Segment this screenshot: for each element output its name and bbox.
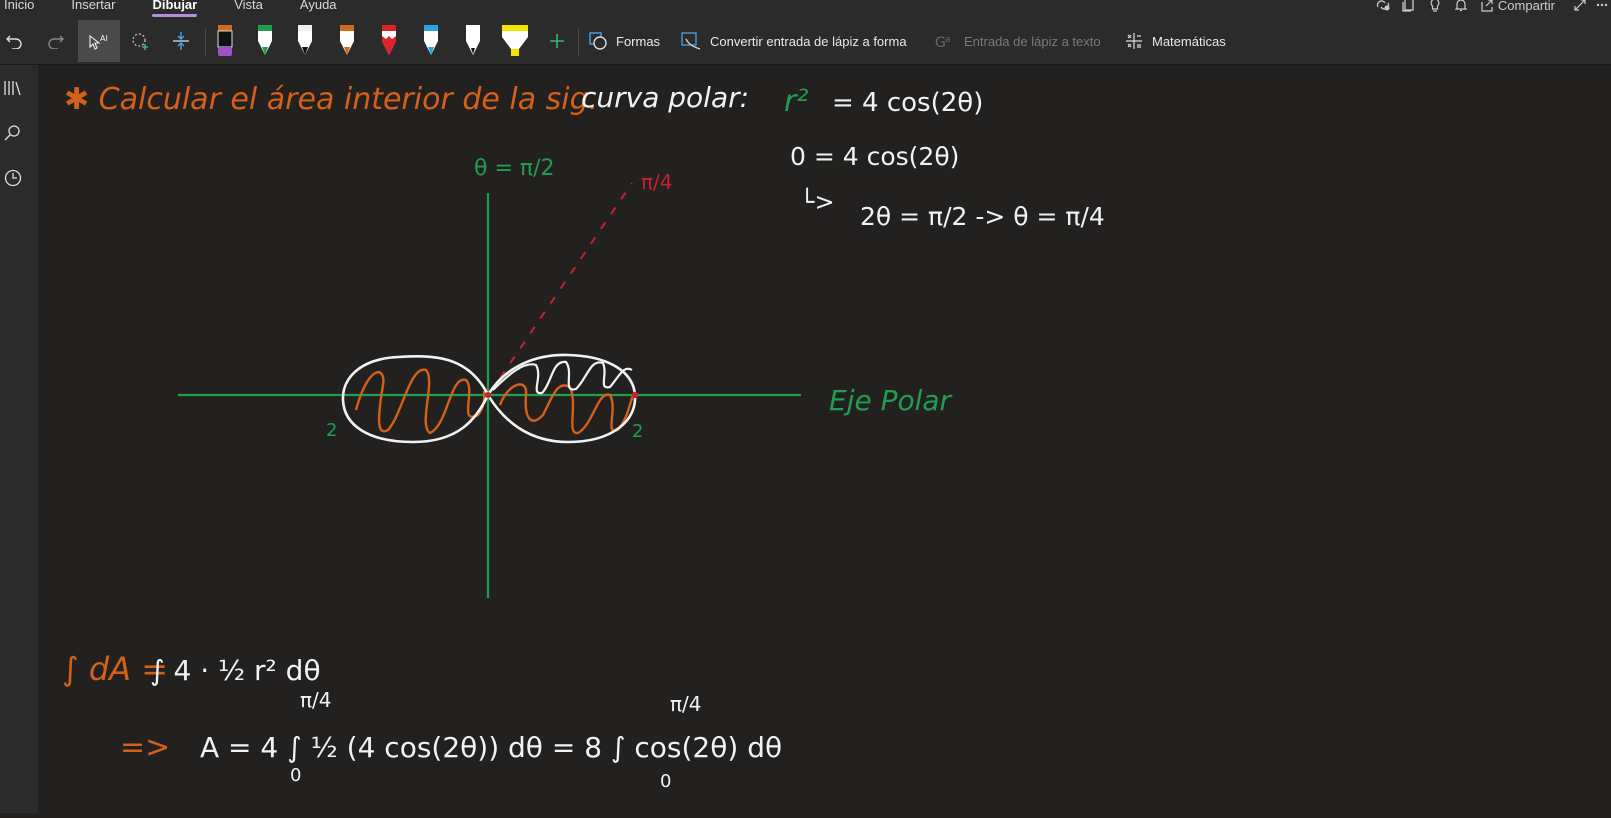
upper-limit-two: π/4	[670, 692, 702, 716]
notebooks-button[interactable]	[0, 75, 26, 101]
step-one: 0 = 4 cos(2θ)	[790, 142, 959, 171]
tab-dibujar[interactable]: Dibujar	[148, 0, 197, 17]
redo-icon	[48, 35, 64, 49]
bell-icon[interactable]	[1448, 0, 1474, 14]
share-label: Compartir	[1497, 0, 1555, 13]
origin-point	[485, 392, 491, 398]
right-lobe-orange-hatching	[498, 383, 635, 435]
lasso-select-button[interactable]	[124, 20, 158, 62]
toolbar-divider	[205, 28, 206, 56]
redo-button[interactable]	[42, 20, 70, 62]
right-radius-label: 2	[632, 421, 643, 442]
add-pen-button[interactable]	[544, 20, 570, 62]
math-icon	[1126, 33, 1142, 49]
undo-icon	[6, 35, 22, 49]
shapes-button[interactable]: Formas	[588, 20, 668, 62]
draw-toolbar: AI Formas Convertir entrada de lápiz a f…	[0, 20, 1611, 62]
implies-arrow: =>	[120, 730, 170, 765]
shapes-icon	[589, 32, 607, 50]
equation-rhs: = 4 cos(2θ)	[832, 88, 983, 118]
pen-purple-button[interactable]	[212, 20, 238, 62]
left-lobe-outline	[341, 355, 490, 444]
sync-icon[interactable]	[1370, 0, 1396, 14]
pen-green-button[interactable]	[252, 20, 278, 62]
pen-white-thin-button[interactable]	[460, 20, 486, 62]
ribbon-tabs: Inicio Insertar Dibujar Vista Ayuda	[0, 0, 370, 17]
navigation-rail	[0, 65, 38, 813]
pen-icon	[217, 25, 233, 56]
left-lobe-hatching	[354, 368, 486, 435]
ink-to-text-icon: Ga	[935, 35, 951, 51]
share-icon	[1481, 0, 1493, 12]
library-icon	[4, 81, 21, 96]
theta-pi-over-2-label: θ = π/2	[474, 156, 555, 181]
pen-icon	[466, 25, 480, 55]
pages-icon[interactable]	[1396, 0, 1422, 14]
search-icon	[4, 125, 20, 141]
undo-button[interactable]	[0, 20, 28, 62]
ink-to-text-button[interactable]: Ga Entrada de lápiz a texto	[934, 20, 1112, 62]
ink-to-shape-icon	[681, 32, 701, 50]
add-space-button[interactable]	[164, 20, 198, 62]
pi-over-4-label: π/4	[641, 170, 673, 194]
search-button[interactable]	[0, 120, 26, 146]
math-label: Matemáticas	[1152, 33, 1226, 49]
recent-button[interactable]	[0, 165, 26, 191]
type-cursor-icon: AI	[89, 34, 108, 50]
lower-limit-two: 0	[660, 771, 671, 792]
tab-ayuda[interactable]: Ayuda	[296, 0, 337, 14]
shapes-label: Formas	[616, 33, 661, 49]
equation-r-squared: r²	[784, 84, 808, 119]
integral-line-two: A = 4 ∫ ½ (4 cos(2θ)) dθ = 8 ∫ cos(2θ) d…	[200, 731, 782, 764]
clock-icon	[4, 169, 22, 187]
more-options-icon[interactable]	[1593, 0, 1611, 14]
ink-to-shape-button[interactable]: Convertir entrada de lápiz a forma	[680, 20, 920, 62]
lightbulb-icon[interactable]	[1422, 0, 1448, 14]
pen-icon	[258, 25, 272, 55]
left-radius-label: 2	[326, 420, 337, 441]
lasso-icon	[132, 33, 148, 50]
ink-to-shape-label: Convertir entrada de lápiz a forma	[710, 33, 907, 49]
lower-limit-one: 0	[290, 765, 301, 786]
pen-icon	[298, 25, 312, 55]
page-canvas[interactable]: ✱ Calcular el área interior de la sig. c…	[38, 65, 1611, 813]
pen-red-button[interactable]	[376, 20, 402, 62]
pen-white-button[interactable]	[292, 20, 318, 62]
ribbon: Inicio Insertar Dibujar Vista Ayuda Comp…	[0, 0, 1611, 65]
plus-icon	[550, 34, 564, 48]
pen-orange-button[interactable]	[334, 20, 360, 62]
ink-to-text-label: Entrada de lápiz a texto	[964, 33, 1101, 49]
tab-insertar[interactable]: Insertar	[67, 0, 115, 14]
ink-canvas[interactable]: ✱ Calcular el área interior de la sig. c…	[38, 65, 1611, 813]
share-button[interactable]: Compartir	[1480, 0, 1555, 13]
toolbar-divider	[578, 28, 579, 56]
tab-vista[interactable]: Vista	[230, 0, 263, 14]
pen-icon	[382, 25, 396, 55]
right-lobe-white-hatching	[492, 360, 633, 395]
upper-limit-one: π/4	[300, 688, 332, 712]
highlighter-icon	[502, 25, 528, 56]
pen-icon	[424, 25, 438, 55]
pen-icon	[340, 25, 354, 55]
polar-axis-label: Eje Polar	[829, 384, 953, 417]
problem-statement-white: curva polar:	[581, 81, 749, 114]
expand-icon[interactable]	[1567, 0, 1593, 14]
svg-text:AI: AI	[100, 34, 108, 43]
integral-line-one-white: ∫ 4 · ½ r² dθ	[150, 654, 321, 687]
highlighter-yellow-button[interactable]	[498, 20, 532, 62]
add-space-icon	[173, 32, 189, 50]
step-two-arrow: └>	[800, 187, 835, 216]
title-bar-actions: Compartir	[1370, 0, 1611, 14]
pen-blue-button[interactable]	[418, 20, 444, 62]
math-button[interactable]: Matemáticas	[1124, 20, 1236, 62]
step-two: 2θ = π/2 -> θ = π/4	[860, 202, 1105, 231]
tab-inicio[interactable]: Inicio	[0, 0, 34, 14]
problem-statement-orange: ✱ Calcular el área interior de la sig.	[64, 82, 598, 117]
type-select-button[interactable]: AI	[78, 20, 120, 62]
right-intercept-point	[631, 391, 639, 399]
svg-text:a: a	[945, 35, 951, 45]
